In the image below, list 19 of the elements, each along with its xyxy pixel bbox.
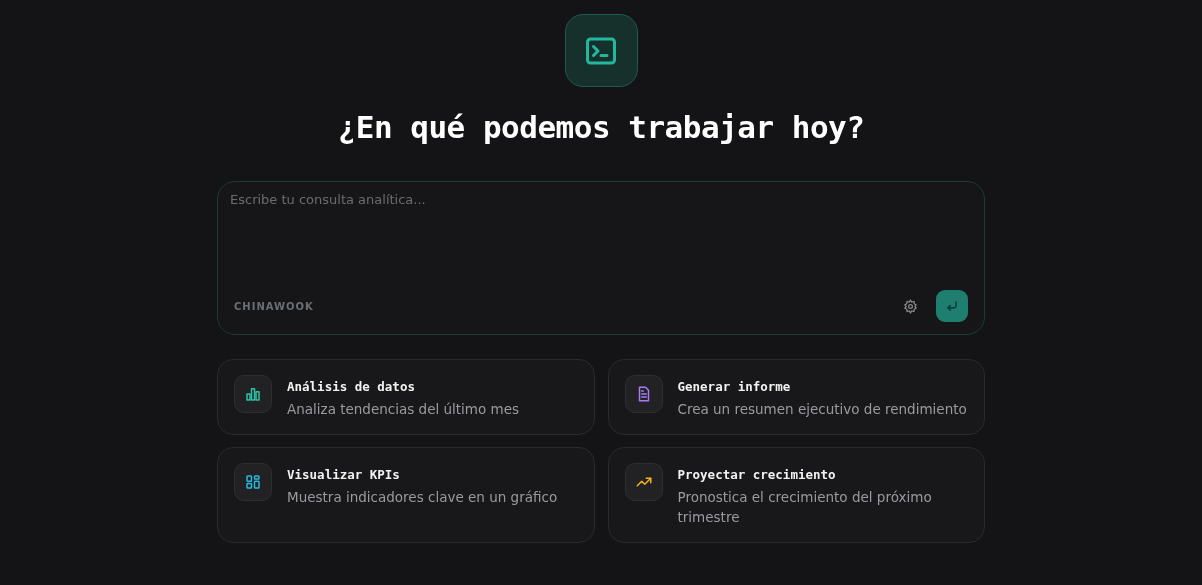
suggestion-description: Muestra indicadores clave en un gráfico — [287, 488, 558, 507]
suggestion-title: Visualizar KPIs — [287, 467, 401, 482]
suggestion-card[interactable]: Generar informe Crea un resumen ejecutivo de rendimiento — [607, 359, 985, 435]
query-box[interactable]: Escribe tu consulta analítica... CHINAWOOK — [217, 181, 985, 335]
suggestion-description: Crea un resumen ejecutivo de rendimiento — [677, 400, 967, 419]
suggestion-card[interactable]: Visualizar KPIs Muestra indicadores clave en un gráfico — [217, 447, 595, 543]
brand-label: CHINAWOOK — [233, 300, 315, 312]
query-field[interactable]: Escribe tu consulta analítica... — [230, 192, 968, 290]
suggestion-title: Análisis de datos — [287, 379, 416, 394]
suggestion-title: Generar informe — [677, 379, 792, 394]
enter-icon — [945, 299, 959, 313]
send-button[interactable] — [936, 290, 968, 322]
suggestion-card[interactable]: Proyectar crecimiento Pronostica el crecimiento del próximo trimestre — [607, 447, 985, 543]
suggestion-title: Proyectar crecimiento — [677, 467, 837, 482]
suggestion-description: Analiza tendencias del último mes — [287, 400, 520, 419]
settings-icon[interactable] — [903, 298, 918, 314]
suggestion-description: Pronostica el crecimiento del próximo trimestre — [677, 488, 933, 527]
heading: ¿En qué podemos trabajar hoy? — [337, 109, 865, 145]
suggestion-card[interactable]: Análisis de datos Analiza tendencias del último mes — [217, 359, 595, 435]
